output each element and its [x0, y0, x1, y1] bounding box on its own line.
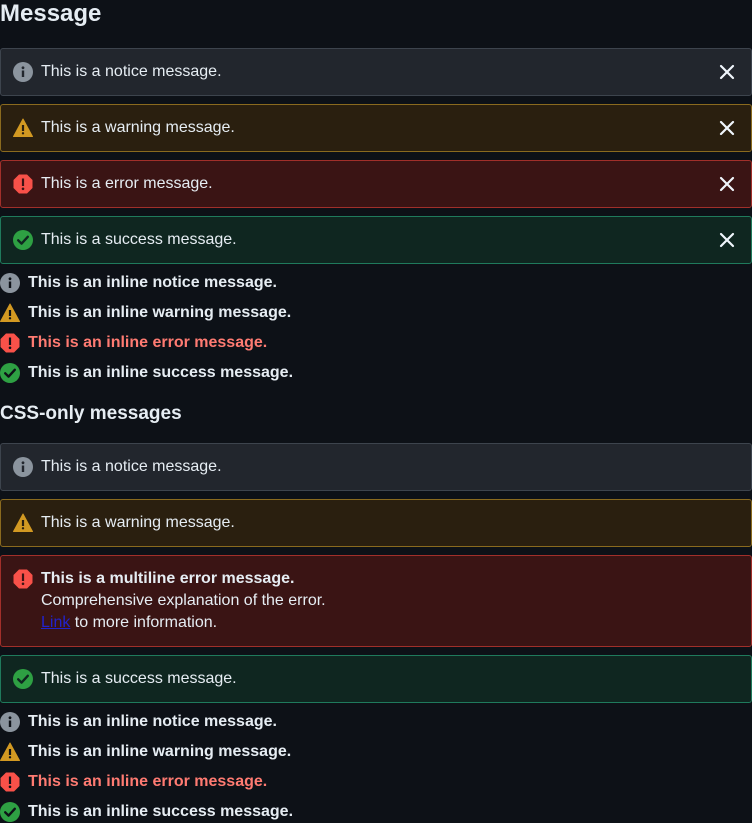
close-icon [719, 64, 735, 80]
warning-message: This is a warning message. [0, 104, 752, 152]
inline-error-message: This is an inline error message. [0, 328, 267, 358]
inline-warning-message: This is an inline warning message. [0, 298, 291, 328]
check-circle-icon [13, 230, 33, 250]
success-message: This is a success message. [0, 216, 752, 264]
section-title: CSS-only messages [0, 403, 182, 424]
message-text: This is a error message. [41, 175, 213, 192]
notice-message: This is a notice message. [0, 48, 752, 96]
message-text: This is a warning message. [41, 514, 235, 531]
inline-notice-message: This is an inline notice message. [0, 268, 277, 298]
message-text: This is a success message. [41, 670, 237, 687]
inline-message-text: This is an inline success message. [28, 803, 294, 820]
check-circle-icon [0, 363, 20, 383]
inline-message-text: This is an inline warning message. [28, 743, 292, 760]
inline-message-text: This is an inline success message. [28, 364, 294, 381]
inline-message-text: This is an inline notice message. [28, 713, 277, 730]
error-icon [0, 333, 20, 353]
close-icon [719, 176, 735, 192]
inline-success-message: This is an inline success message. [0, 358, 293, 388]
css-inline-warning-message: This is an inline warning message. [0, 737, 291, 767]
message-text: This is a multiline error message. Compr… [41, 568, 739, 634]
info-icon [0, 712, 20, 732]
error-icon [13, 174, 33, 194]
message-text: This is a success message. [41, 231, 237, 248]
page-title: Message [0, 0, 102, 27]
error-title: This is a multiline error message. [41, 570, 295, 587]
close-button[interactable] [715, 172, 739, 196]
css-inline-error-message: This is an inline error message. [0, 767, 267, 797]
close-icon [719, 232, 735, 248]
css-warning-message: This is a warning message. [0, 499, 752, 547]
css-notice-message: This is a notice message. [0, 443, 752, 491]
inline-message-text: This is an inline warning message. [28, 304, 292, 321]
warning-icon [0, 742, 20, 761]
error-icon [13, 569, 33, 589]
css-multiline-error-message: This is a multiline error message. Compr… [0, 555, 752, 647]
error-icon [0, 772, 20, 792]
error-link-suffix: to more information. [70, 614, 218, 631]
error-explanation: Comprehensive explanation of the error. [41, 592, 326, 609]
close-button[interactable] [715, 116, 739, 140]
inline-message-text: This is an inline notice message. [28, 274, 277, 291]
warning-icon [13, 118, 33, 137]
error-link[interactable]: Link [41, 614, 70, 631]
warning-icon [13, 513, 33, 532]
error-message: This is a error message. [0, 160, 752, 208]
css-success-message: This is a success message. [0, 655, 752, 703]
check-circle-icon [13, 669, 33, 689]
info-icon [0, 273, 20, 293]
check-circle-icon [0, 802, 20, 822]
info-icon [13, 62, 33, 82]
close-button[interactable] [715, 60, 739, 84]
warning-icon [0, 303, 20, 322]
message-text: This is a warning message. [41, 119, 235, 136]
message-text: This is a notice message. [41, 458, 222, 475]
close-button[interactable] [715, 228, 739, 252]
message-text: This is a notice message. [41, 63, 222, 80]
css-inline-success-message: This is an inline success message. [0, 797, 293, 823]
info-icon [13, 457, 33, 477]
close-icon [719, 120, 735, 136]
page: Message This is a notice message. This i… [0, 0, 752, 823]
css-inline-notice-message: This is an inline notice message. [0, 707, 277, 737]
inline-message-text: This is an inline error message. [28, 334, 268, 351]
inline-message-text: This is an inline error message. [28, 773, 268, 790]
